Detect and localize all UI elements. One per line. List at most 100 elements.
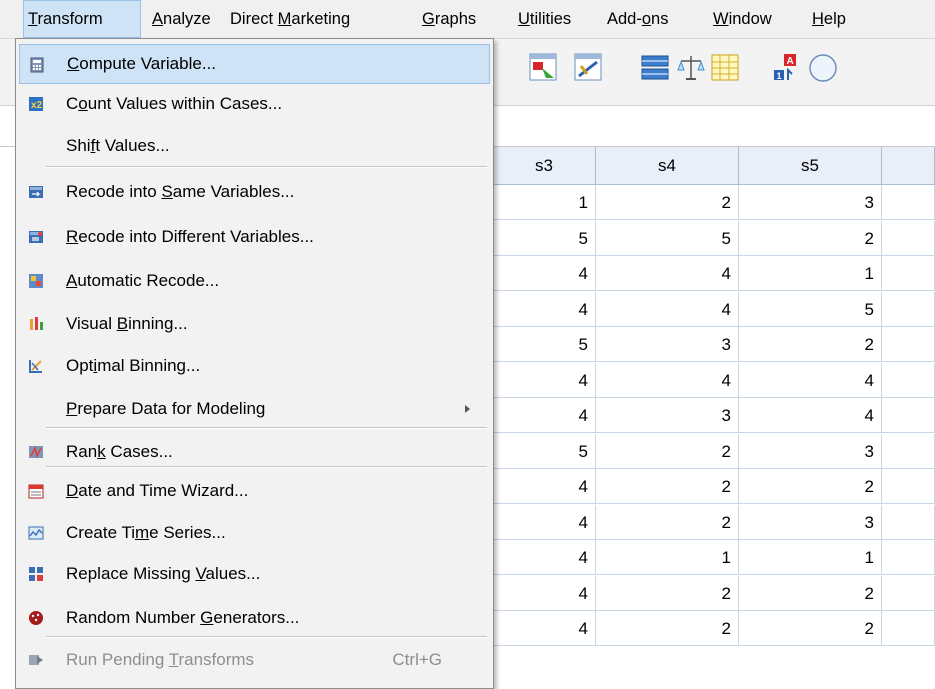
show-all-variables-icon[interactable]: [803, 52, 843, 84]
table-cell[interactable]: 2: [596, 611, 739, 646]
column-header-s3[interactable]: s3: [493, 147, 596, 185]
menu-item-recode-different[interactable]: Recode into Different Variables...: [19, 217, 490, 257]
table-cell[interactable]: 4: [493, 540, 596, 575]
column-header-s4[interactable]: s4: [596, 147, 739, 185]
column-header-s5[interactable]: s5: [739, 147, 882, 185]
table-cell[interactable]: [882, 540, 935, 575]
menu-item-recode-same[interactable]: Recode into Same Variables...: [19, 172, 490, 212]
column-header-empty[interactable]: [882, 147, 935, 185]
table-cell[interactable]: 5: [739, 291, 882, 327]
table-cell[interactable]: [882, 291, 935, 327]
table-cell[interactable]: 2: [739, 220, 882, 256]
table-cell[interactable]: 4: [739, 398, 882, 433]
table-cell[interactable]: 2: [739, 575, 882, 611]
menu-item-replace-missing[interactable]: Replace Missing Values...: [19, 554, 490, 594]
table-cell[interactable]: 5: [493, 327, 596, 362]
split-file-icon[interactable]: [640, 52, 670, 84]
menu-item-label: Optimal Binning...: [66, 346, 200, 386]
table-cell[interactable]: 3: [739, 504, 882, 540]
table-cell[interactable]: 2: [739, 469, 882, 504]
menu-window[interactable]: Window: [709, 0, 776, 38]
run-pending-icon: [29, 655, 43, 665]
table-cell[interactable]: 2: [596, 185, 739, 220]
menu-graphs[interactable]: Graphs: [418, 0, 480, 38]
table-cell[interactable]: 2: [739, 327, 882, 362]
menu-item-prepare-data[interactable]: Prepare Data for Modeling: [19, 389, 490, 429]
table-cell[interactable]: 4: [493, 398, 596, 433]
menu-analyze[interactable]: Analyze: [148, 0, 215, 38]
menu-item-automatic-recode[interactable]: Automatic Recode...: [19, 261, 490, 301]
select-cases-icon[interactable]: [528, 52, 558, 84]
rank-cases-icon: [29, 445, 43, 459]
menu-item-random-number[interactable]: Random Number Generators...: [19, 598, 490, 638]
shortcut-label: Ctrl+G: [392, 650, 442, 669]
value-labels-icon[interactable]: [710, 52, 740, 84]
table-cell[interactable]: 2: [596, 469, 739, 504]
table-cell[interactable]: 4: [596, 256, 739, 291]
label-post: mal Binning...: [97, 356, 201, 375]
use-variable-sets-icon[interactable]: A 1: [770, 52, 800, 84]
table-cell[interactable]: 4: [739, 362, 882, 398]
menu-item-optimal-binning[interactable]: Optimal Binning...: [19, 346, 490, 386]
table-cell[interactable]: 4: [493, 291, 596, 327]
label-post: ate and Time Wizard...: [78, 481, 249, 500]
menu-mnemonic: G: [422, 10, 435, 28]
menu-item-create-time-series[interactable]: Create Time Series...: [19, 513, 490, 553]
menu-item-count-values[interactable]: x2 Count Values within Cases...: [19, 84, 490, 124]
menu-item-visual-binning[interactable]: Visual Binning...: [19, 304, 490, 344]
menu-item-shift-values[interactable]: Shift Values...: [19, 126, 490, 166]
label-mnemonic: R: [66, 227, 79, 246]
menu-utilities[interactable]: Utilities: [514, 0, 575, 38]
table-cell[interactable]: 4: [596, 291, 739, 327]
table-cell[interactable]: [882, 256, 935, 291]
menu-item-label: Compute Variable...: [67, 45, 216, 83]
table-cell[interactable]: [882, 575, 935, 611]
table-cell[interactable]: 5: [493, 220, 596, 256]
table-cell[interactable]: 4: [493, 611, 596, 646]
table-cell[interactable]: [882, 433, 935, 469]
weight-cases-icon[interactable]: [573, 52, 603, 84]
table-cell[interactable]: 4: [493, 256, 596, 291]
table-cell[interactable]: 1: [596, 540, 739, 575]
table-cell[interactable]: [882, 362, 935, 398]
menu-mnemonic: H: [812, 10, 824, 28]
submenu-arrow-icon: [465, 405, 470, 413]
table-cell[interactable]: [882, 504, 935, 540]
menu-help[interactable]: Help: [808, 0, 850, 38]
table-cell[interactable]: 4: [493, 362, 596, 398]
label-mnemonic: P: [66, 399, 78, 418]
table-cell[interactable]: 2: [596, 575, 739, 611]
table-cell[interactable]: 2: [596, 504, 739, 540]
table-cell[interactable]: 2: [739, 611, 882, 646]
menu-item-run-pending: Run Pending Transforms Ctrl+G: [19, 640, 490, 680]
menu-add-ons[interactable]: Add-ons: [603, 0, 672, 38]
table-cell[interactable]: 4: [493, 469, 596, 504]
menu-transform[interactable]: Transform: [23, 0, 141, 38]
table-cell[interactable]: [882, 220, 935, 256]
label-pre: Run Pending: [66, 650, 169, 669]
table-cell[interactable]: [882, 185, 935, 220]
menu-item-date-time-wizard[interactable]: Date and Time Wizard...: [19, 471, 490, 511]
table-cell[interactable]: 2: [596, 433, 739, 469]
table-cell[interactable]: [882, 398, 935, 433]
table-cell[interactable]: [882, 611, 935, 646]
table-cell[interactable]: 1: [739, 256, 882, 291]
table-cell[interactable]: 4: [493, 575, 596, 611]
table-cell[interactable]: 3: [596, 327, 739, 362]
menu-item-compute-variable[interactable]: Compute Variable...: [19, 44, 490, 84]
menu-direct-marketing[interactable]: Direct Marketing: [226, 0, 354, 38]
table-cell[interactable]: [882, 469, 935, 504]
table-cell[interactable]: 1: [739, 540, 882, 575]
table-cell[interactable]: 3: [739, 185, 882, 220]
table-cell[interactable]: 5: [596, 220, 739, 256]
table-cell[interactable]: 5: [493, 433, 596, 469]
table-cell[interactable]: [882, 327, 935, 362]
table-cell[interactable]: 3: [596, 398, 739, 433]
table-cell[interactable]: 4: [493, 504, 596, 540]
table-cell[interactable]: 4: [596, 362, 739, 398]
svg-text:1: 1: [777, 71, 782, 81]
label-pre: Ran: [66, 442, 98, 461]
scale-icon[interactable]: [676, 52, 706, 84]
table-cell[interactable]: 1: [493, 185, 596, 220]
table-cell[interactable]: 3: [739, 433, 882, 469]
